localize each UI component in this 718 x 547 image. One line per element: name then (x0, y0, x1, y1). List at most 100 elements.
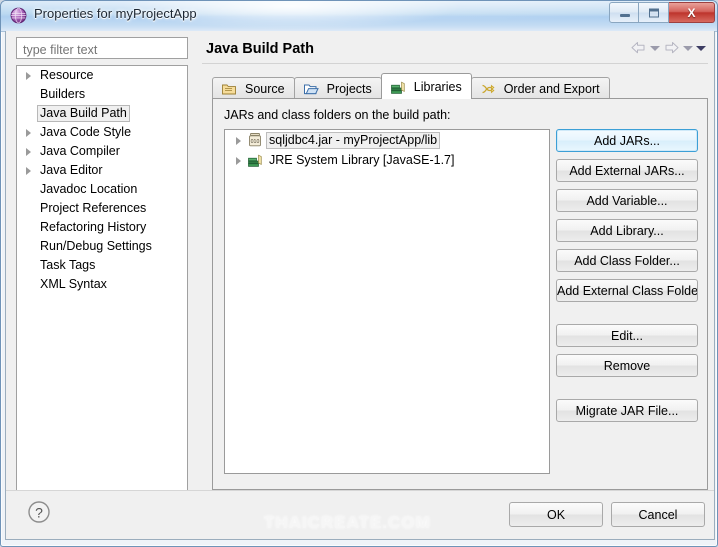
migrate-jar-file-button[interactable]: Migrate JAR File... (556, 399, 698, 422)
sidebar-item-label: XML Syntax (40, 277, 107, 291)
dialog-footer: ? OK Cancel (6, 490, 714, 539)
edit-button[interactable]: Edit... (556, 324, 698, 347)
sidebar-item-label: Java Build Path (37, 105, 130, 122)
jar-list[interactable]: 010 sqljdbc4.jar - myProjectApp/lib JRE Sy… (224, 129, 550, 474)
minimize-button[interactable] (609, 2, 639, 23)
libraries-heading: JARs and class folders on the build path… (224, 108, 451, 122)
maximize-button[interactable] (639, 2, 669, 23)
view-menu-icon[interactable] (696, 45, 706, 51)
jar-list-item[interactable]: 010 sqljdbc4.jar - myProjectApp/lib (225, 130, 549, 150)
tab-label: Source (245, 81, 285, 96)
tab-order-and-export[interactable]: Order and Export (470, 77, 610, 99)
sidebar-item-label: Javadoc Location (40, 182, 138, 196)
back-dropdown-icon[interactable] (650, 45, 660, 51)
add-variable-button[interactable]: Add Variable... (556, 189, 698, 212)
tab-label: Order and Export (503, 81, 600, 96)
expand-arrow-icon[interactable] (23, 123, 37, 142)
tab-projects[interactable]: Projects (293, 77, 382, 99)
projects-folder-icon (303, 81, 319, 97)
page-content: Java Build Path Source Projects Librarie… (196, 31, 714, 498)
properties-dialog-window: Properties for myProjectApp X Resource Bu… (0, 0, 718, 547)
svg-text:?: ? (35, 505, 43, 521)
sidebar-item-javadoc-location[interactable]: Javadoc Location (17, 180, 187, 199)
jre-library-icon (247, 152, 263, 168)
jar-list-item[interactable]: JRE System Library [JavaSE-1.7] (225, 150, 549, 170)
svg-text:010: 010 (251, 139, 260, 145)
page-nav-bar (630, 40, 706, 56)
sidebar-item-java-build-path[interactable]: Java Build Path (17, 104, 187, 123)
window-controls: X (609, 2, 715, 24)
sidebar-item-refactoring-history[interactable]: Refactoring History (17, 218, 187, 237)
sidebar-item-run-debug-settings[interactable]: Run/Debug Settings (17, 237, 187, 256)
filter-input[interactable] (16, 37, 188, 59)
window-frame: Properties for myProjectApp X Resource Bu… (0, 0, 718, 547)
minimize-icon (620, 14, 630, 17)
maximize-icon (648, 8, 659, 17)
sidebar-item-xml-syntax[interactable]: XML Syntax (17, 275, 187, 294)
expand-arrow-icon[interactable] (23, 161, 37, 180)
sidebar-item-label: Builders (40, 87, 86, 101)
settings-tree[interactable]: Resource Builders Java Build Path Java Code… (16, 65, 188, 492)
dialog-client-area: Resource Builders Java Build Path Java Code… (5, 31, 715, 540)
source-folder-icon (221, 81, 237, 97)
libraries-books-icon (390, 79, 406, 95)
sidebar-item-label: Java Editor (40, 163, 103, 177)
sidebar-item-label: Java Compiler (40, 144, 120, 158)
jar-list-item-label: sqljdbc4.jar - myProjectApp/lib (266, 131, 441, 149)
back-arrow-icon[interactable] (630, 40, 647, 56)
title-bar: Properties for myProjectApp X (1, 1, 717, 32)
sidebar-item-label: Resource (40, 68, 94, 82)
add-jars-button[interactable]: Add JARs... (556, 129, 698, 152)
cancel-button[interactable]: Cancel (611, 502, 705, 527)
jar-icon: 010 (247, 132, 263, 148)
sidebar-item-builders[interactable]: Builders (17, 85, 187, 104)
remove-button[interactable]: Remove (556, 354, 698, 377)
sidebar-item-label: Task Tags (40, 258, 96, 272)
help-icon[interactable]: ? (26, 499, 52, 525)
tab-label: Libraries (413, 79, 462, 94)
add-external-jars-button[interactable]: Add External JARs... (556, 159, 698, 182)
jar-list-item-label: JRE System Library [JavaSE-1.7] (269, 152, 455, 167)
sidebar-item-task-tags[interactable]: Task Tags (17, 256, 187, 275)
add-external-class-folder-button[interactable]: Add External Class Folder... (556, 279, 698, 302)
tab-label: Projects (326, 81, 372, 96)
sidebar-item-label: Run/Debug Settings (40, 239, 152, 253)
add-class-folder-button[interactable]: Add Class Folder... (556, 249, 698, 272)
sidebar-item-java-code-style[interactable]: Java Code Style (17, 123, 187, 142)
expand-arrow-icon[interactable] (23, 66, 37, 85)
close-button[interactable]: X (669, 2, 715, 23)
tab-strip: Source Projects Libraries Order and Export (212, 73, 610, 99)
forward-arrow-icon[interactable] (663, 40, 680, 56)
tab-source[interactable]: Source (212, 77, 295, 99)
sidebar-item-java-compiler[interactable]: Java Compiler (17, 142, 187, 161)
order-export-icon (480, 81, 496, 97)
expand-arrow-icon[interactable] (233, 151, 247, 170)
forward-dropdown-icon[interactable] (683, 45, 693, 51)
title-separator (202, 63, 708, 64)
tab-libraries[interactable]: Libraries (380, 73, 472, 99)
libraries-button-column: Add JARs... Add External JARs... Add Varia… (556, 129, 698, 429)
libraries-tab-panel: JARs and class folders on the build path… (212, 99, 708, 490)
expand-arrow-icon[interactable] (23, 142, 37, 161)
sidebar-item-project-references[interactable]: Project References (17, 199, 187, 218)
ok-button[interactable]: OK (509, 502, 603, 527)
add-library-button[interactable]: Add Library... (556, 219, 698, 242)
window-title: Properties for myProjectApp (34, 6, 197, 21)
close-icon: X (687, 5, 696, 20)
sidebar-item-resource[interactable]: Resource (17, 66, 187, 85)
sidebar-item-label: Java Code Style (40, 125, 132, 139)
sidebar-item-label: Refactoring History (40, 220, 147, 234)
page-title: Java Build Path (206, 41, 314, 57)
eclipse-properties-icon (10, 7, 27, 24)
expand-arrow-icon[interactable] (233, 131, 247, 150)
sidebar-item-java-editor[interactable]: Java Editor (17, 161, 187, 180)
sidebar-item-label: Project References (40, 201, 147, 215)
